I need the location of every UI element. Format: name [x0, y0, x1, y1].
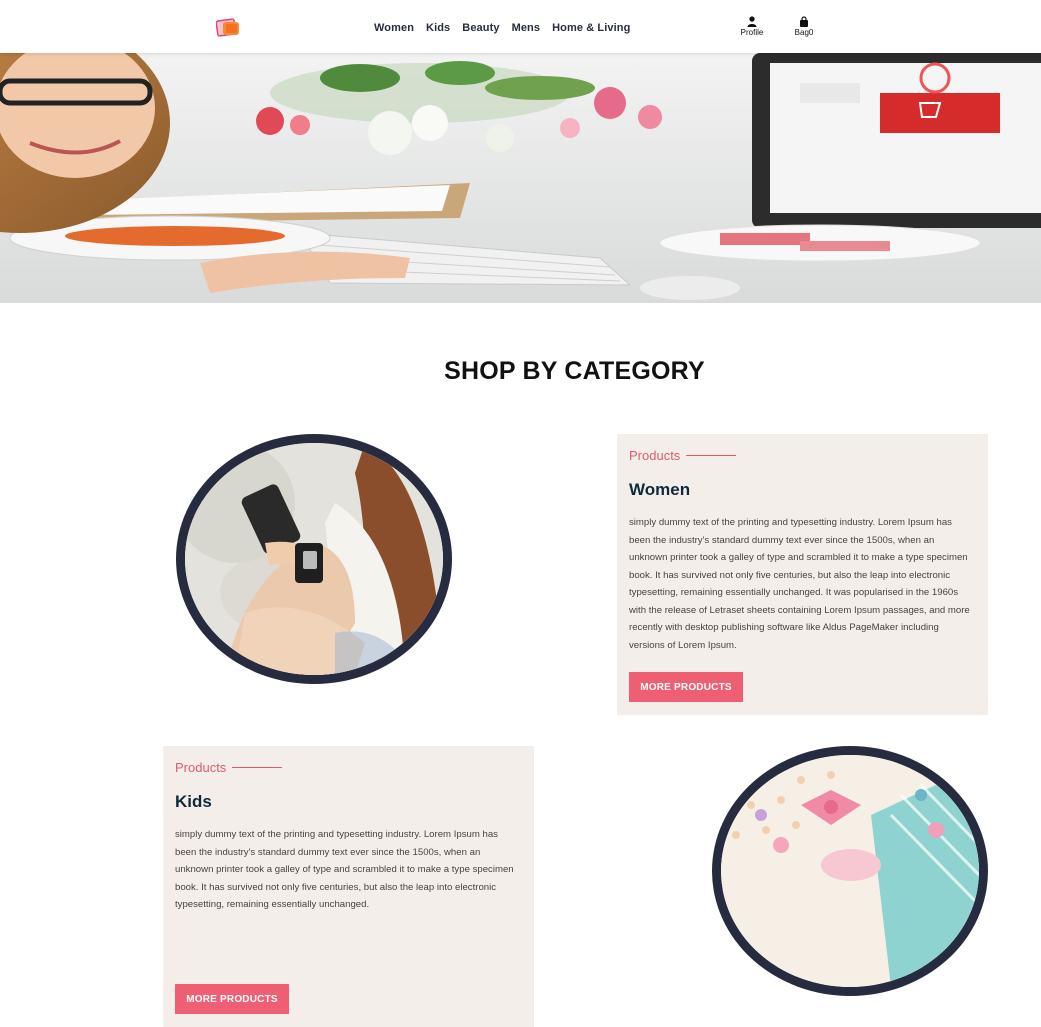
- bag-button[interactable]: Bag0: [792, 16, 816, 37]
- card-title: Women: [629, 480, 691, 499]
- site-header: Women Kids Beauty Mens Home & Living Pro…: [0, 0, 1041, 53]
- hero-image: [0, 53, 1041, 303]
- category-card-kids: Products Kids simply dummy text of the p…: [163, 746, 534, 1027]
- nav-item-kids[interactable]: Kids: [426, 22, 450, 34]
- main-nav: Women Kids Beauty Mens Home & Living: [374, 22, 642, 34]
- profile-label: Profile: [740, 28, 764, 37]
- kids-photo: [721, 755, 979, 987]
- bag-label: Bag0: [794, 28, 814, 37]
- women-photo: [185, 443, 443, 675]
- nav-item-beauty[interactable]: Beauty: [462, 22, 499, 34]
- more-products-button[interactable]: MORE PRODUCTS: [629, 672, 743, 702]
- card-description: simply dummy text of the printing and ty…: [175, 829, 514, 910]
- category-card-women: Products Women simply dummy text of the …: [617, 434, 988, 715]
- eyebrow-divider: [232, 767, 282, 768]
- hero-banner: [0, 53, 1041, 303]
- card-description: simply dummy text of the printing and ty…: [629, 517, 970, 651]
- card-title: Kids: [175, 792, 212, 811]
- section-title: SHOP BY CATEGORY: [444, 356, 705, 385]
- nav-item-women[interactable]: Women: [374, 22, 414, 34]
- bag-icon: [800, 16, 808, 27]
- brand-logo-icon[interactable]: [216, 18, 242, 38]
- eyebrow-divider: [686, 455, 736, 456]
- nav-item-home-living[interactable]: Home & Living: [552, 22, 630, 34]
- category-image-kids[interactable]: [712, 746, 988, 996]
- user-icon: [747, 16, 757, 27]
- category-image-women[interactable]: [176, 434, 452, 684]
- nav-item-mens[interactable]: Mens: [512, 22, 541, 34]
- card-eyebrow: Products: [629, 448, 681, 463]
- more-products-button[interactable]: MORE PRODUCTS: [175, 984, 289, 1014]
- card-eyebrow: Products: [175, 760, 227, 775]
- profile-button[interactable]: Profile: [739, 16, 765, 37]
